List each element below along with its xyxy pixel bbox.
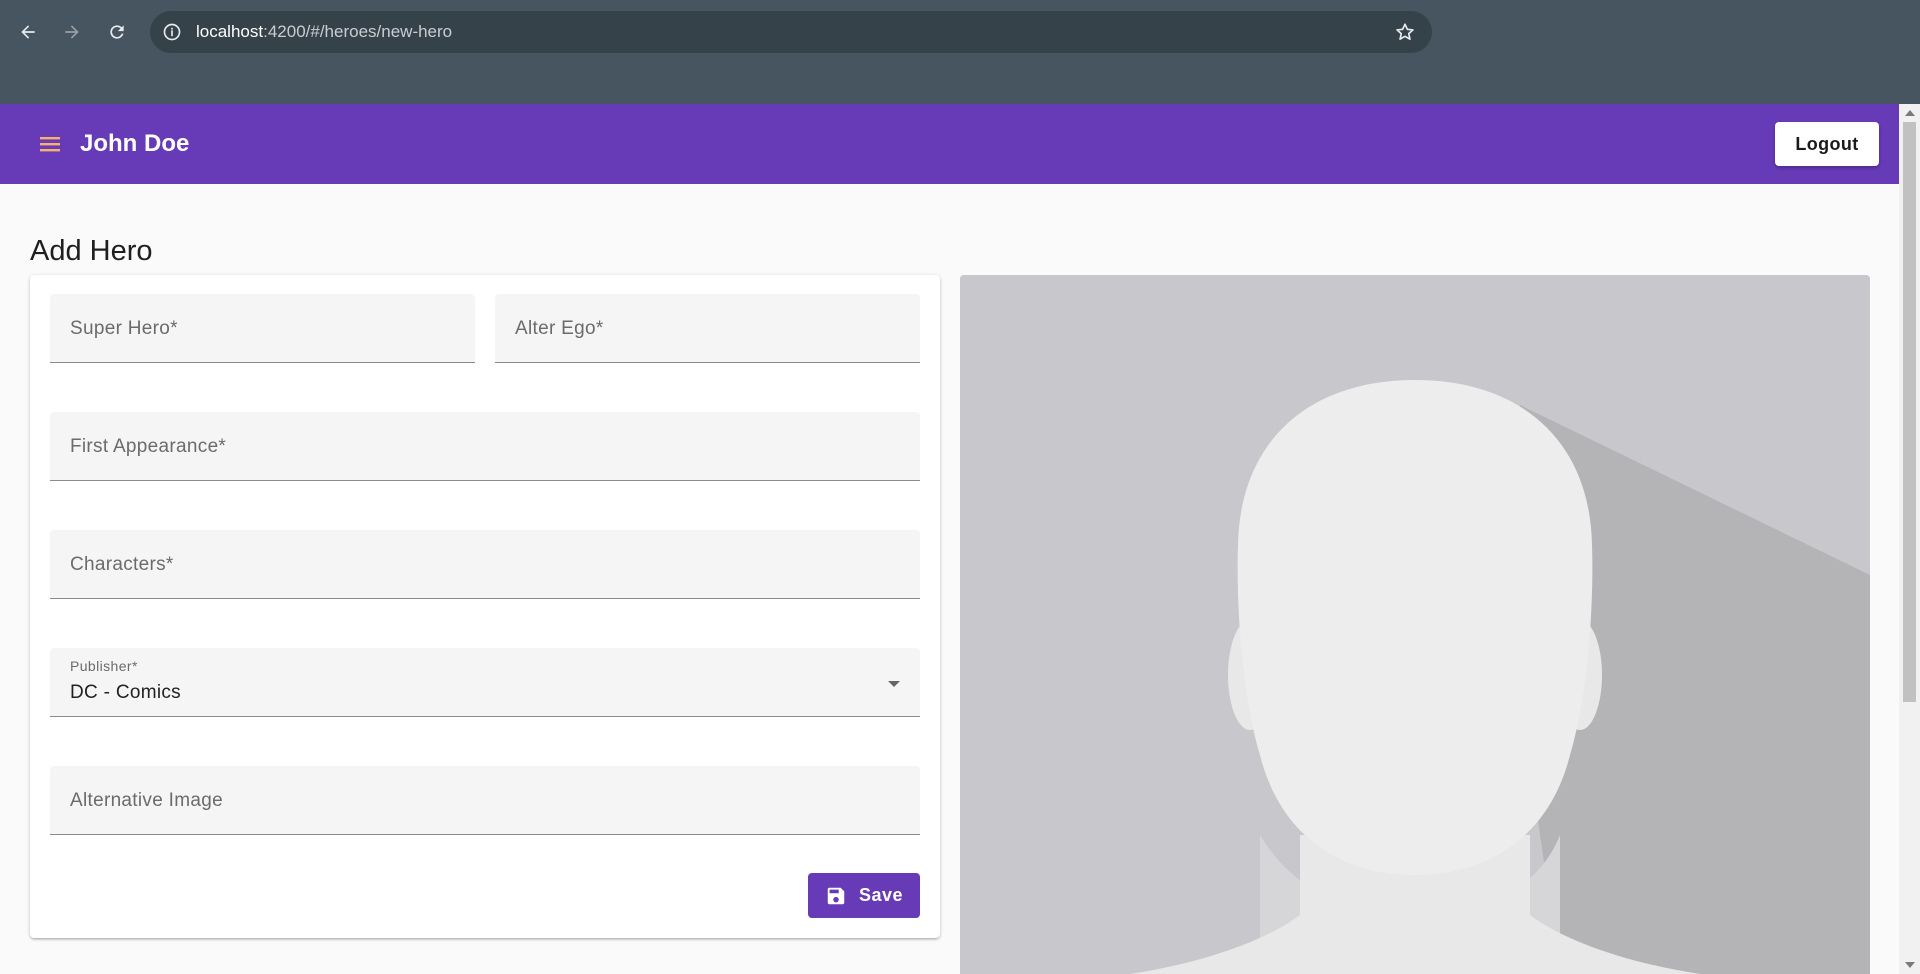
super-hero-placeholder: Super Hero*	[70, 318, 178, 339]
publisher-select[interactable]: Publisher* DC - Comics	[50, 648, 920, 717]
forward-arrow-icon	[65, 25, 79, 39]
super-hero-field[interactable]: Super Hero*	[50, 294, 475, 363]
browser-chrome: localhost:4200/#/heroes/new-hero	[0, 0, 1920, 104]
alternative-image-field[interactable]: Alternative Image	[50, 766, 920, 835]
dropdown-arrow-icon[interactable]	[888, 681, 900, 687]
user-name: John Doe	[80, 130, 190, 157]
characters-placeholder: Characters*	[70, 554, 174, 575]
hero-form-card: Super Hero* Alter Ego* First Appearance*…	[30, 275, 940, 938]
logout-button[interactable]: Logout	[1775, 122, 1879, 166]
page-title: Add Hero	[30, 235, 153, 268]
first-appearance-placeholder: First Appearance*	[70, 436, 227, 457]
star-icon[interactable]	[1394, 21, 1416, 43]
alternative-image-placeholder: Alternative Image	[70, 790, 223, 811]
reload-icon	[110, 25, 124, 39]
save-button[interactable]: Save	[808, 873, 920, 918]
publisher-value: DC - Comics	[70, 682, 181, 703]
scrollbar-thumb[interactable]	[1903, 122, 1916, 702]
publisher-label: Publisher*	[70, 658, 138, 674]
characters-field[interactable]: Characters*	[50, 530, 920, 599]
alter-ego-placeholder: Alter Ego*	[515, 318, 604, 339]
back-arrow-icon	[21, 25, 35, 39]
save-label: Save	[858, 885, 904, 905]
forward-button[interactable]	[56, 16, 88, 48]
hamburger-menu-icon	[40, 137, 60, 152]
scroll-up-arrow-icon[interactable]	[1905, 110, 1915, 116]
menu-button[interactable]	[30, 124, 70, 164]
page-scrollbar[interactable]	[1899, 104, 1920, 974]
hero-image-preview	[960, 275, 1870, 974]
first-appearance-field[interactable]: First Appearance*	[50, 412, 920, 481]
placeholder-avatar-image	[960, 275, 1870, 974]
scroll-down-arrow-icon[interactable]	[1905, 962, 1915, 968]
back-button[interactable]	[12, 16, 44, 48]
url-text[interactable]: localhost:4200/#/heroes/new-hero	[196, 22, 452, 42]
reload-button[interactable]	[101, 16, 133, 48]
app-toolbar: John Doe Logout	[0, 104, 1899, 184]
address-bar[interactable]: localhost:4200/#/heroes/new-hero	[150, 11, 1432, 53]
alter-ego-field[interactable]: Alter Ego*	[495, 294, 920, 363]
info-icon[interactable]	[162, 22, 182, 42]
floppy-disk-icon	[827, 887, 845, 904]
